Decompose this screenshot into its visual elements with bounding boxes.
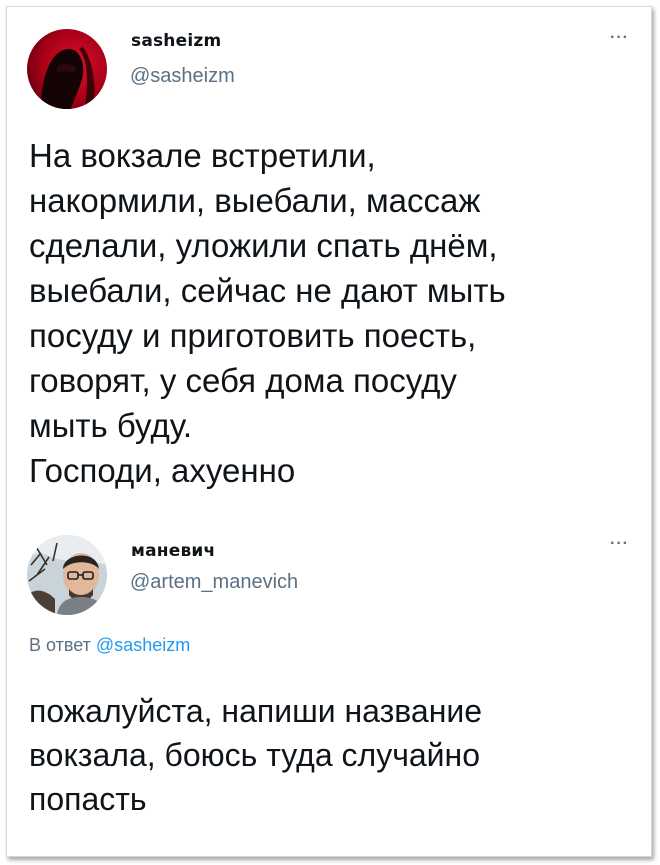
more-options-icon[interactable]: ··· [610, 535, 629, 553]
original-tweet: sasheizm @sasheizm ··· На вокзале встрет… [7, 7, 651, 517]
avatar-image [27, 535, 107, 615]
tweet-text: пожалуйста, напиши название вокзала, бою… [29, 693, 483, 817]
replying-to: В ответ @sasheizm [29, 635, 190, 656]
display-name[interactable]: sasheizm [131, 31, 221, 51]
avatar-image [27, 29, 107, 109]
username-handle[interactable]: @artem_manevich [130, 571, 298, 594]
tweet-text: На вокзале встретили, накормили, выебали… [29, 137, 506, 489]
more-options-icon[interactable]: ··· [610, 29, 629, 47]
avatar[interactable] [27, 535, 107, 615]
reply-tweet: маневич @artem_manevich ··· В ответ @sas… [7, 517, 651, 858]
display-name[interactable]: маневич [131, 541, 215, 561]
replying-to-handle-link[interactable]: @sasheizm [96, 635, 190, 655]
replying-to-prefix: В ответ [29, 635, 91, 655]
screenshot-frame: sasheizm @sasheizm ··· На вокзале встрет… [6, 6, 652, 857]
avatar[interactable] [27, 29, 107, 109]
username-handle[interactable]: @sasheizm [130, 65, 235, 88]
